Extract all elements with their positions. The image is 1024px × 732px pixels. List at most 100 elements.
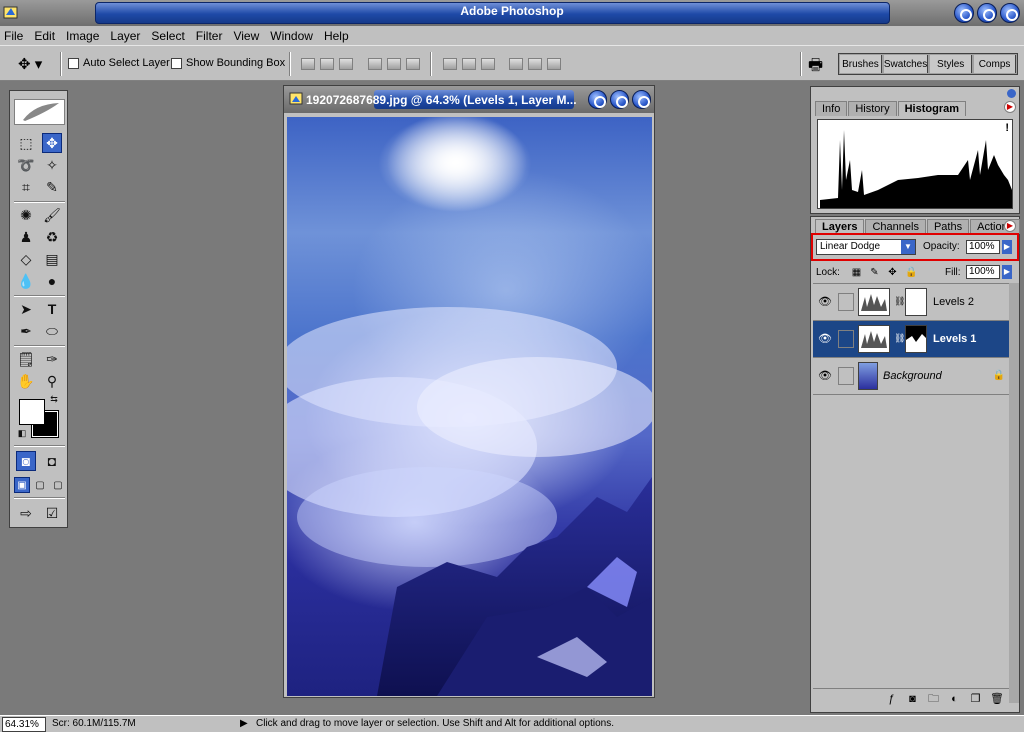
full-screen-mode-icon[interactable]: ▢	[50, 477, 66, 493]
standard-screen-mode-icon[interactable]: ▣	[14, 477, 30, 493]
histogram-warning-icon[interactable]: !	[1005, 122, 1009, 134]
brush-tool-icon[interactable]: 🖌	[42, 205, 62, 225]
notes-tool-icon[interactable]: 🗒	[16, 349, 36, 369]
full-screen-menu-mode-icon[interactable]: ▢	[32, 477, 48, 493]
move-tool-preset-icon[interactable]: ✥ ▾	[18, 55, 42, 73]
palette-well-swatches[interactable]: Swatches	[883, 55, 929, 73]
magic-wand-tool-icon[interactable]: ✧	[42, 155, 62, 175]
lock-transparency-icon[interactable]: ▦	[851, 267, 862, 278]
path-selection-tool-icon[interactable]: ➤	[16, 299, 36, 319]
lock-image-icon[interactable]: ✎	[869, 267, 880, 278]
lasso-tool-icon[interactable]: ➰	[16, 155, 36, 175]
shape-tool-icon[interactable]: ⬭	[42, 321, 62, 341]
tab-layers[interactable]: Layers	[815, 219, 865, 234]
histogram-palette-menu-icon[interactable]: ▶	[1004, 101, 1016, 113]
menu-view[interactable]: View	[233, 29, 259, 43]
layers-scrollbar[interactable]	[1009, 283, 1019, 703]
distribute-left-icon[interactable]	[509, 58, 523, 70]
menu-layer[interactable]: Layer	[110, 29, 140, 43]
tab-channels[interactable]: Channels	[865, 219, 926, 234]
eyedropper-tool-icon[interactable]: ✑	[42, 349, 62, 369]
menu-edit[interactable]: Edit	[34, 29, 55, 43]
healing-brush-tool-icon[interactable]: ✺	[16, 205, 36, 225]
layers-palette-menu-icon[interactable]: ▶	[1004, 220, 1016, 232]
tab-histogram[interactable]: Histogram	[897, 101, 966, 116]
lock-all-icon[interactable]: 🔒	[905, 267, 917, 278]
blur-tool-icon[interactable]: 💧	[16, 271, 36, 291]
swap-colors-icon[interactable]: ⇆	[48, 393, 60, 405]
chain-link-icon[interactable]: ⛓	[894, 296, 905, 307]
edit-in-imageready-icon[interactable]: ☑	[42, 503, 62, 523]
tab-history[interactable]: History	[848, 101, 897, 116]
menu-filter[interactable]: Filter	[196, 29, 223, 43]
feather-logo-icon[interactable]	[14, 99, 65, 125]
palette-well-styles[interactable]: Styles	[930, 55, 973, 73]
document-title-bar[interactable]: 192072687689.jpg @ 64.3% (Levels 1, Laye…	[284, 86, 654, 113]
add-layer-style-icon[interactable]: ƒ	[885, 693, 898, 706]
type-tool-icon[interactable]: T	[42, 299, 62, 319]
file-browser-icon[interactable]: 🖶	[808, 54, 823, 81]
document-canvas[interactable]	[287, 117, 652, 696]
maximize-button[interactable]	[977, 3, 997, 23]
align-bottom-icon[interactable]	[339, 58, 353, 70]
layer-mask-thumbnail[interactable]	[905, 325, 927, 353]
auto-select-check-icon[interactable]	[68, 57, 79, 69]
fill-input[interactable]: 100%	[966, 265, 1000, 279]
new-layer-icon[interactable]: ❐	[969, 693, 982, 706]
eye-icon[interactable]: 👁	[817, 332, 833, 346]
doc-minimize-button[interactable]	[588, 90, 607, 109]
quick-mask-mode-icon[interactable]: ◘	[42, 451, 62, 471]
gradient-tool-icon[interactable]: ▤	[42, 249, 62, 269]
layer-row-background[interactable]: 👁 Background 🔒	[813, 358, 1009, 395]
close-button[interactable]	[1000, 3, 1020, 23]
align-left-icon[interactable]	[368, 58, 382, 70]
tab-info[interactable]: Info	[815, 101, 848, 116]
move-tool-icon[interactable]: ✥	[42, 133, 62, 153]
history-brush-tool-icon[interactable]: ♻	[42, 227, 62, 247]
layer-row-levels-2[interactable]: 👁 ⛓ Levels 2	[813, 284, 1009, 321]
eraser-tool-icon[interactable]: ◇	[16, 249, 36, 269]
background-thumbnail[interactable]	[858, 362, 878, 390]
distribute-bottom-icon[interactable]	[481, 58, 495, 70]
eye-icon[interactable]: 👁	[817, 295, 833, 309]
menu-image[interactable]: Image	[66, 29, 99, 43]
levels-adjustment-thumbnail[interactable]	[858, 325, 890, 353]
new-group-icon[interactable]: 🗀	[927, 693, 940, 706]
zoom-level-field[interactable]: 64.31%	[2, 717, 46, 732]
layer-link-box[interactable]	[838, 293, 854, 311]
distribute-top-icon[interactable]	[443, 58, 457, 70]
zoom-tool-icon[interactable]: ⚲	[42, 371, 62, 391]
menu-select[interactable]: Select	[151, 29, 184, 43]
hand-tool-icon[interactable]: ✋	[16, 371, 36, 391]
blend-mode-select[interactable]: Linear Dodge ▼	[816, 239, 916, 255]
eye-icon[interactable]: 👁	[817, 369, 833, 383]
menu-window[interactable]: Window	[270, 29, 313, 43]
add-mask-icon[interactable]: ◙	[906, 693, 919, 706]
align-right-icon[interactable]	[406, 58, 420, 70]
lock-position-icon[interactable]: ✥	[887, 267, 898, 278]
new-adjustment-layer-icon[interactable]: ◐	[948, 693, 961, 706]
layer-row-levels-1[interactable]: 👁 ⛓ Levels 1	[813, 321, 1009, 358]
dodge-tool-icon[interactable]: ●	[42, 271, 62, 291]
chevron-down-icon[interactable]: ▼	[901, 240, 915, 254]
foreground-color-swatch[interactable]	[19, 399, 45, 425]
chain-link-icon[interactable]: ⛓	[894, 333, 905, 344]
status-menu-arrow-icon[interactable]: ▶	[240, 718, 248, 729]
default-colors-icon[interactable]: ◧	[16, 427, 28, 439]
tab-paths[interactable]: Paths	[926, 219, 970, 234]
slice-tool-icon[interactable]: ✎	[42, 177, 62, 197]
pen-tool-icon[interactable]: ✒	[16, 321, 36, 341]
fill-slider-arrow-icon[interactable]: ▶	[1002, 265, 1012, 279]
layer-link-box[interactable]	[838, 367, 854, 385]
marquee-tool-icon[interactable]: ⬚	[16, 133, 36, 153]
align-hcenter-icon[interactable]	[387, 58, 401, 70]
distribute-vcenter-icon[interactable]	[462, 58, 476, 70]
crop-tool-icon[interactable]: ⌗	[16, 177, 36, 197]
layer-mask-thumbnail[interactable]	[905, 288, 927, 316]
opacity-slider-arrow-icon[interactable]: ▶	[1002, 240, 1012, 254]
doc-maximize-button[interactable]	[610, 90, 629, 109]
doc-close-button[interactable]	[632, 90, 651, 109]
palette-well-comps[interactable]: Comps	[974, 55, 1016, 73]
menu-help[interactable]: Help	[324, 29, 349, 43]
distribute-hcenter-icon[interactable]	[528, 58, 542, 70]
